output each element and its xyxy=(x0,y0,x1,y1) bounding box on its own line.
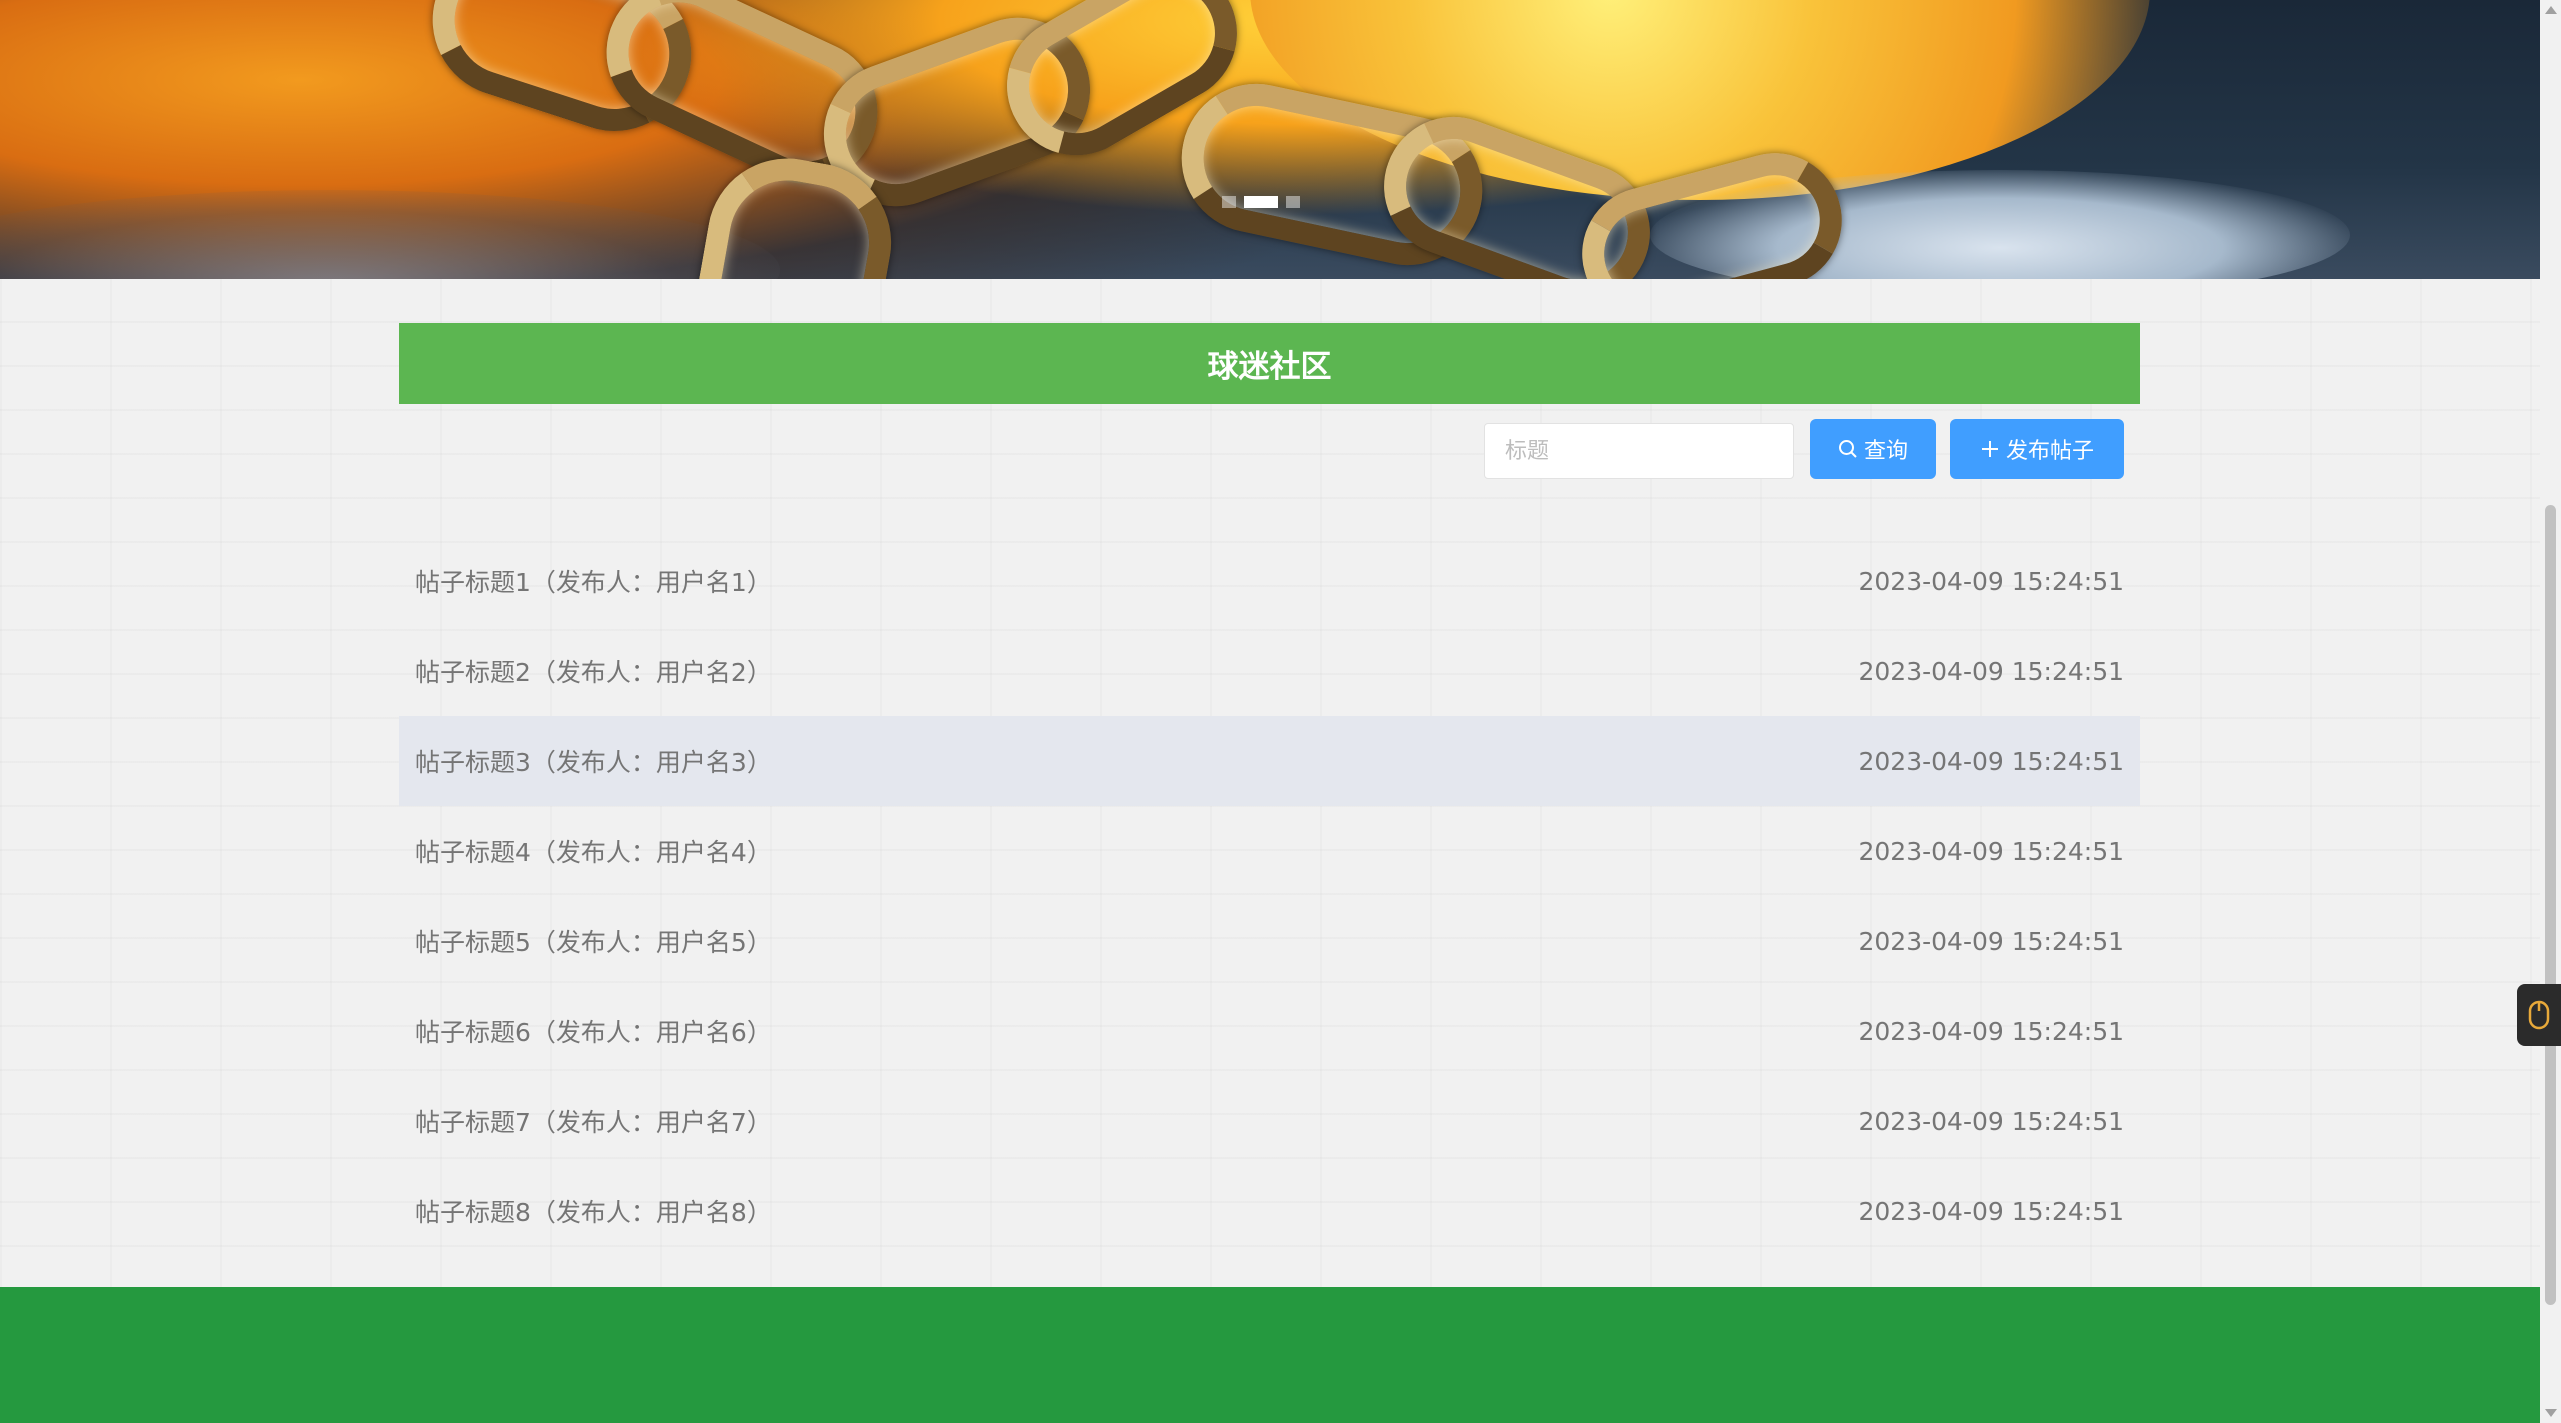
post-list: 帖子标题1（发布人：用户名1） 2023-04-09 15:24:51 帖子标题… xyxy=(399,536,2140,1256)
post-row[interactable]: 帖子标题7（发布人：用户名7） 2023-04-09 15:24:51 xyxy=(399,1076,2140,1166)
scroll-up-arrow-icon[interactable] xyxy=(2545,6,2557,14)
post-time: 2023-04-09 15:24:51 xyxy=(1858,746,2124,776)
post-row[interactable]: 帖子标题8（发布人：用户名8） 2023-04-09 15:24:51 xyxy=(399,1166,2140,1256)
post-title[interactable]: 帖子标题4（发布人：用户名4） xyxy=(415,833,772,869)
publish-post-label: 发布帖子 xyxy=(2005,439,2094,464)
post-time: 2023-04-09 15:24:51 xyxy=(1858,1196,2124,1226)
post-time: 2023-04-09 15:24:51 xyxy=(1858,836,2124,866)
post-row[interactable]: 帖子标题5（发布人：用户名5） 2023-04-09 15:24:51 xyxy=(399,896,2140,986)
carousel-dot[interactable] xyxy=(1286,196,1300,208)
scroll-down-arrow-icon[interactable] xyxy=(2545,1409,2557,1417)
post-time: 2023-04-09 15:24:51 xyxy=(1858,566,2124,596)
carousel-dot[interactable] xyxy=(1222,196,1236,208)
search-icon xyxy=(1838,440,1857,458)
scrollbar-thumb[interactable] xyxy=(2545,505,2556,1305)
post-title[interactable]: 帖子标题8（发布人：用户名8） xyxy=(415,1193,772,1229)
publish-post-button[interactable]: 发布帖子 xyxy=(1950,419,2124,479)
post-row[interactable]: 帖子标题4（发布人：用户名4） 2023-04-09 15:24:51 xyxy=(399,806,2140,896)
post-title[interactable]: 帖子标题3（发布人：用户名3） xyxy=(415,743,772,779)
banner-carousel[interactable] xyxy=(0,0,2540,279)
title-search-input[interactable] xyxy=(1484,423,1794,479)
post-time: 2023-04-09 15:24:51 xyxy=(1858,1106,2124,1136)
post-title[interactable]: 帖子标题1（发布人：用户名1） xyxy=(415,563,772,599)
post-time: 2023-04-09 15:24:51 xyxy=(1858,1016,2124,1046)
post-row-hovered[interactable]: 帖子标题3（发布人：用户名3） 2023-04-09 15:24:51 xyxy=(399,716,2140,806)
section-title-bar: 球迷社区 xyxy=(399,323,2140,404)
plus-icon xyxy=(1981,441,1998,457)
banner-clouds-left xyxy=(0,190,780,279)
post-title[interactable]: 帖子标题5（发布人：用户名5） xyxy=(415,923,772,959)
post-row[interactable]: 帖子标题1（发布人：用户名1） 2023-04-09 15:24:51 xyxy=(399,536,2140,626)
post-title[interactable]: 帖子标题2（发布人：用户名2） xyxy=(415,653,772,689)
search-button[interactable]: 查询 xyxy=(1810,419,1936,479)
carousel-dot-active[interactable] xyxy=(1244,196,1278,208)
mouse-icon xyxy=(2528,1000,2550,1030)
section-title: 球迷社区 xyxy=(1207,349,1332,385)
post-title[interactable]: 帖子标题7（发布人：用户名7） xyxy=(415,1103,772,1139)
side-floating-tool[interactable] xyxy=(2517,984,2561,1046)
post-time: 2023-04-09 15:24:51 xyxy=(1858,656,2124,686)
post-row[interactable]: 帖子标题2（发布人：用户名2） 2023-04-09 15:24:51 xyxy=(399,626,2140,716)
vertical-scrollbar[interactable] xyxy=(2540,0,2561,1423)
carousel-indicators[interactable] xyxy=(1222,196,1300,208)
post-title[interactable]: 帖子标题6（发布人：用户名6） xyxy=(415,1013,772,1049)
page-footer xyxy=(0,1287,2540,1423)
post-row[interactable]: 帖子标题6（发布人：用户名6） 2023-04-09 15:24:51 xyxy=(399,986,2140,1076)
post-time: 2023-04-09 15:24:51 xyxy=(1858,926,2124,956)
search-button-label: 查询 xyxy=(1863,439,1908,464)
